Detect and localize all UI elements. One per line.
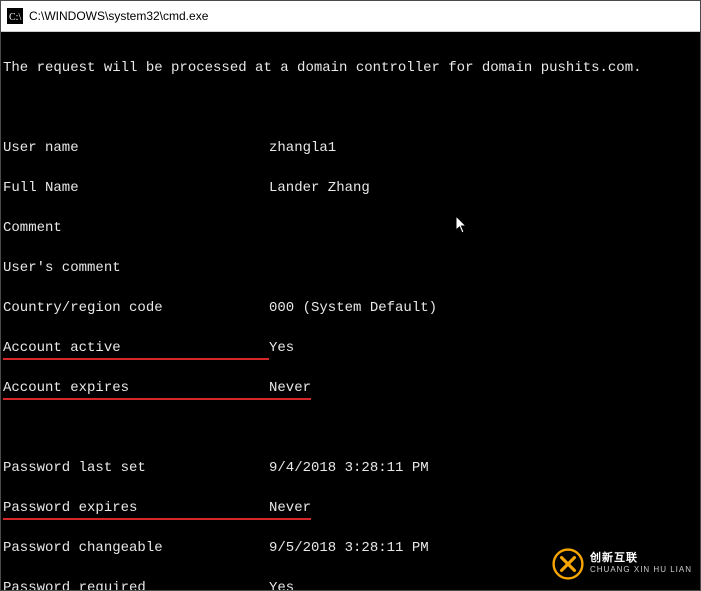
- val-full-name: Lander Zhang: [269, 178, 370, 198]
- svg-text:C:\: C:\: [9, 12, 21, 23]
- lbl-pwd-required: Password required: [3, 578, 146, 591]
- window-title: C:\WINDOWS\system32\cmd.exe: [29, 9, 208, 23]
- lbl-pwd-expires: Password expires: [3, 498, 269, 520]
- lbl-pwd-changeable: Password changeable: [3, 538, 163, 558]
- watermark-logo-icon: [552, 548, 584, 580]
- val-pwd-last-set: 9/4/2018 3:28:11 PM: [269, 458, 429, 478]
- cmd-window: C:\ C:\WINDOWS\system32\cmd.exe The requ…: [0, 0, 701, 591]
- val-account-active: Yes: [269, 338, 294, 358]
- lbl-account-expires: Account expires: [3, 378, 269, 400]
- lbl-pwd-last-set: Password last set: [3, 458, 146, 478]
- lbl-user-name: User name: [3, 138, 79, 158]
- lbl-account-active: Account active: [3, 338, 269, 360]
- terminal-output[interactable]: The request will be processed at a domai…: [1, 32, 700, 591]
- lbl-full-name: Full Name: [3, 178, 79, 198]
- lbl-comment: Comment: [3, 218, 62, 238]
- val-pwd-expires: Never: [269, 498, 311, 520]
- watermark-main: 创新互联: [590, 552, 692, 564]
- cmd-icon: C:\: [7, 8, 23, 24]
- lbl-users-comment: User's comment: [3, 258, 121, 278]
- watermark-sub: CHUANG XIN HU LIAN: [590, 564, 692, 576]
- watermark: 创新互联 CHUANG XIN HU LIAN: [552, 548, 692, 580]
- val-country: 000 (System Default): [269, 298, 437, 318]
- lbl-country: Country/region code: [3, 298, 163, 318]
- val-pwd-changeable: 9/5/2018 3:28:11 PM: [269, 538, 429, 558]
- val-account-expires: Never: [269, 378, 311, 400]
- header-line: The request will be processed at a domai…: [3, 58, 642, 78]
- val-user-name: zhangla1: [269, 138, 336, 158]
- titlebar[interactable]: C:\ C:\WINDOWS\system32\cmd.exe: [1, 1, 700, 32]
- val-pwd-required: Yes: [269, 578, 294, 591]
